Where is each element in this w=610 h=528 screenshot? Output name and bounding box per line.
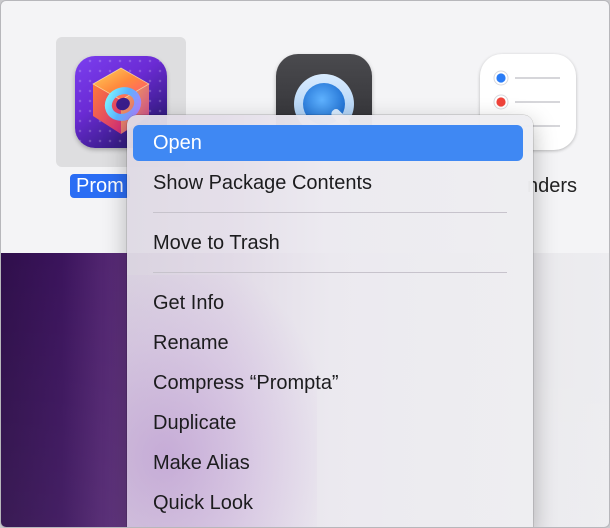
menu-item-show-package-contents[interactable]: Show Package Contents: [133, 165, 523, 201]
menu-item-open[interactable]: Open: [133, 125, 523, 161]
menu-item-make-alias[interactable]: Make Alias: [133, 445, 523, 481]
screen: Prom nders Open Show Package Contents Mo…: [0, 0, 610, 528]
menu-separator: [153, 272, 507, 273]
context-menu: Open Show Package Contents Move to Trash…: [127, 115, 533, 527]
menu-item-move-to-trash[interactable]: Move to Trash: [133, 225, 523, 261]
menu-item-duplicate[interactable]: Duplicate: [133, 405, 523, 441]
menu-item-get-info[interactable]: Get Info: [133, 285, 523, 321]
menu-item-quick-look[interactable]: Quick Look: [133, 485, 523, 521]
menu-item-compress[interactable]: Compress “Prompta”: [133, 365, 523, 401]
menu-separator: [153, 212, 507, 213]
menu-item-rename[interactable]: Rename: [133, 325, 523, 361]
file-label-prompta[interactable]: Prom: [70, 174, 130, 198]
